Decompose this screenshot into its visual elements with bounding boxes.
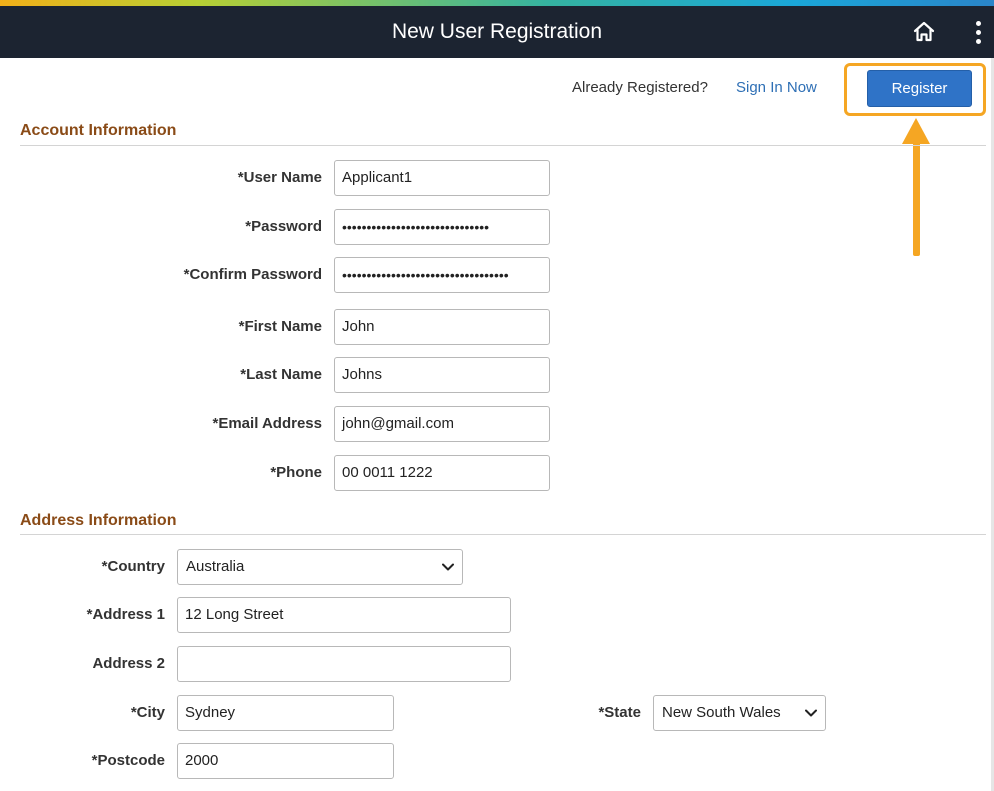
address2-label: Address 2 — [92, 655, 165, 672]
user-name-input[interactable]: Applicant1 — [334, 160, 550, 196]
phone-input[interactable]: 00 0011 1222 — [334, 455, 550, 491]
country-label: *Country — [101, 558, 165, 575]
section-divider — [20, 145, 986, 146]
address1-label: *Address 1 — [86, 606, 165, 623]
section-divider — [20, 534, 986, 535]
state-label: *State — [598, 704, 641, 721]
chevron-down-icon — [805, 696, 817, 730]
user-name-label: *User Name — [237, 169, 322, 186]
state-value: New South Wales — [662, 704, 781, 721]
first-name-label: *First Name — [238, 318, 322, 335]
postcode-input[interactable]: 2000 — [177, 743, 394, 779]
city-label: *City — [130, 704, 165, 721]
password-label: *Password — [245, 218, 322, 235]
address2-input[interactable] — [177, 646, 511, 682]
phone-label: *Phone — [270, 464, 322, 481]
last-name-label: *Last Name — [240, 366, 322, 383]
last-name-input[interactable]: Johns — [334, 357, 550, 393]
first-name-input[interactable]: John — [334, 309, 550, 345]
confirm-password-label: *Confirm Password — [183, 266, 322, 283]
home-icon[interactable] — [908, 18, 940, 46]
page-title: New User Registration — [391, 20, 603, 43]
country-select[interactable]: Australia — [177, 549, 463, 585]
more-vertical-icon[interactable] — [966, 16, 990, 48]
email-label: *Email Address — [212, 415, 323, 432]
app-header: New User Registration — [0, 6, 994, 58]
account-section-title: Account Information — [20, 122, 177, 139]
password-input[interactable]: •••••••••••••••••••••••••••••• — [334, 209, 550, 245]
confirm-password-input[interactable]: •••••••••••••••••••••••••••••••••• — [334, 257, 550, 293]
email-input[interactable]: john@gmail.com — [334, 406, 550, 442]
state-select[interactable]: New South Wales — [653, 695, 826, 731]
address-section-title: Address Information — [20, 512, 177, 529]
sign-in-link[interactable]: Sign In Now — [736, 79, 817, 96]
postcode-label: *Postcode — [91, 752, 165, 769]
register-button[interactable]: Register — [867, 70, 972, 107]
address1-input[interactable]: 12 Long Street — [177, 597, 511, 633]
chevron-down-icon — [442, 550, 454, 584]
country-value: Australia — [186, 558, 245, 575]
city-input[interactable]: Sydney — [177, 695, 394, 731]
annotation-arrow-shaft — [913, 140, 920, 256]
already-registered-text: Already Registered? — [572, 79, 708, 96]
